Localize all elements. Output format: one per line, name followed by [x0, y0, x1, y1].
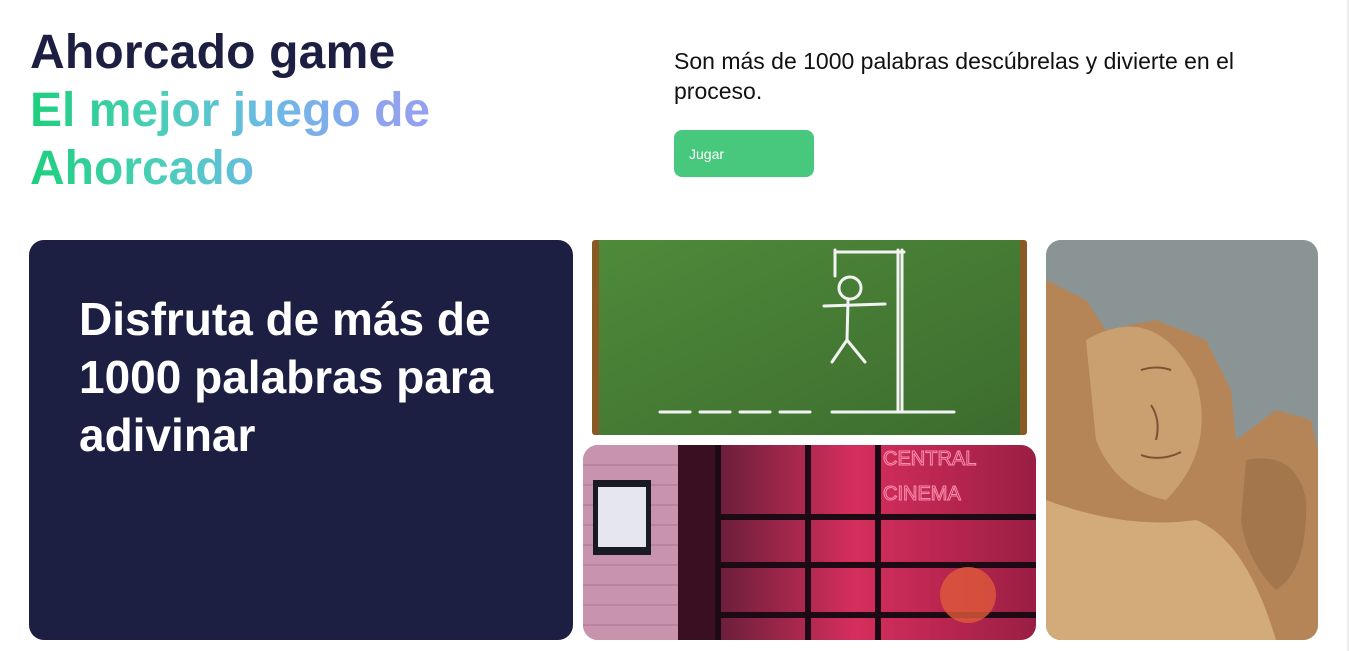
hero-heading-block: Ahorcado game El mejor juego de Ahorcado	[30, 24, 590, 198]
page-title: Ahorcado game	[30, 26, 396, 79]
feature-card: Disfruta de más de 1000 palabras para ad…	[29, 240, 573, 640]
cinema-photo-image: CENTRAL CINEMA	[583, 445, 1036, 640]
rushmore-photo-image	[1046, 240, 1318, 640]
hero-tagline: Son más de 1000 palabras descúbrelas y d…	[674, 48, 1235, 104]
play-button[interactable]: Jugar	[674, 130, 814, 177]
page: Ahorcado game El mejor juego de Ahorcado…	[0, 0, 1349, 651]
cinema-sign-line1: CENTRAL	[883, 448, 976, 470]
page-subtitle: El mejor juego de Ahorcado	[30, 82, 470, 198]
hero-intro-block: Son más de 1000 palabras descúbrelas y d…	[674, 46, 1314, 177]
cinema-sign-line2: CINEMA	[883, 483, 961, 505]
hangman-chalkboard-image	[592, 240, 1027, 435]
feature-card-heading: Disfruta de más de 1000 palabras para ad…	[79, 293, 494, 461]
